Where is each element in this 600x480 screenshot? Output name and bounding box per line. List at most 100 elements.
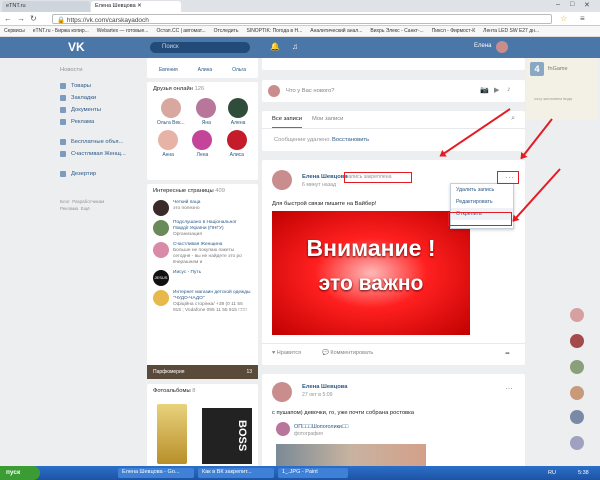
friend-name[interactable]: Евгения xyxy=(159,67,178,73)
footer-link[interactable]: Разработчикам xyxy=(72,199,104,204)
star-icon[interactable]: ☆ xyxy=(560,14,567,23)
perfume-bottle-image[interactable] xyxy=(157,404,187,464)
composer-input[interactable]: Что у Вас нового? xyxy=(286,88,335,94)
footer-link[interactable]: Блог xyxy=(60,199,70,204)
sidebar-item-game[interactable]: Дезертир xyxy=(60,168,138,180)
pages-title[interactable]: Интересные страницы 409 xyxy=(147,184,258,198)
page-item[interactable]: Подслушано в Національної Гвардії Україн… xyxy=(147,218,258,240)
repost-source[interactable]: ОП□□□Шопоголики□□ xyxy=(294,424,348,430)
more-actions-icon[interactable]: … xyxy=(505,382,513,391)
tab-all-posts[interactable]: Все записи xyxy=(272,116,302,128)
sidebar-item-group2[interactable]: Счастливая Женщ... xyxy=(60,148,138,160)
bookmark-item[interactable]: eTNT.ru - Биржа копир... xyxy=(33,28,89,34)
reload-icon[interactable]: ↻ xyxy=(30,14,37,23)
delete-post-item[interactable]: Удалить запись xyxy=(451,184,513,196)
forward-icon[interactable]: → xyxy=(17,14,25,23)
post-image-banner[interactable]: Внимание ! это важно xyxy=(272,211,470,335)
tab-my-posts[interactable]: Мои записи xyxy=(312,116,343,122)
user-menu-name[interactable]: Елена xyxy=(474,43,492,49)
avatar: JESUS xyxy=(153,270,169,286)
share-icon[interactable]: ➦ xyxy=(505,350,510,357)
bookmark-item[interactable]: SINOPTIK: Погода в Н... xyxy=(246,28,302,34)
friend-online[interactable]: Лена xyxy=(192,130,213,158)
friend-online[interactable]: Яна xyxy=(196,98,217,126)
menu-icon[interactable]: ≡ xyxy=(580,14,585,23)
bookmark-item[interactable]: Вихрь Элекс - Санкт-... xyxy=(370,28,423,34)
footer-link[interactable]: Реклама xyxy=(60,206,78,211)
maximize-icon[interactable]: □ xyxy=(570,1,574,8)
avatar[interactable] xyxy=(570,410,584,424)
bookmark-item[interactable]: Остап.CC | автомат... xyxy=(156,28,205,34)
sidebar-item-goods[interactable]: Товары xyxy=(60,80,138,92)
tab-etnt[interactable]: eTNT.ru xyxy=(2,1,90,12)
sidebar-item-docs[interactable]: Документы xyxy=(60,104,138,116)
bookmark-item[interactable]: Сервисы xyxy=(4,28,25,34)
vk-logo[interactable]: VK xyxy=(68,40,85,54)
sidebar-item-news[interactable]: Новости xyxy=(60,64,138,76)
bookmark-item[interactable]: Webartex — готовые... xyxy=(97,28,149,34)
interesting-pages-card: Интересные страницы 409 Четкий паца это п… xyxy=(147,184,258,379)
avatar[interactable] xyxy=(272,382,292,402)
avatar[interactable] xyxy=(570,386,584,400)
albums-title[interactable]: Фотоальбомы 8 xyxy=(147,384,258,398)
sidebar-item-group1[interactable]: Бесплатные объя... xyxy=(60,136,138,148)
close-window-icon[interactable]: ✕ xyxy=(584,1,590,9)
page-item[interactable]: Счастливая Женщина Больше не покупаю паке… xyxy=(147,240,258,268)
camera-icon[interactable]: 📷 xyxy=(480,86,489,94)
restore-link[interactable]: Восстановить xyxy=(332,137,369,143)
ad-widget[interactable]: 4 fnGame сочу желанием вида xyxy=(526,58,598,120)
bookmark-item[interactable]: Отследить xyxy=(214,28,239,34)
footer-link[interactable]: Ещё xyxy=(81,206,90,211)
friends-online-title[interactable]: Друзья онлайн 126 xyxy=(147,82,258,96)
post-author[interactable]: Елена Шевцова xyxy=(302,174,347,180)
friend-online[interactable]: Анна xyxy=(158,130,179,158)
more-icon-highlight xyxy=(497,171,519,184)
right-rail: 4 fnGame сочу желанием вида xyxy=(526,58,600,468)
bookmark-item[interactable]: Пиксл - Фирмост-К xyxy=(432,28,475,34)
start-button[interactable]: пуск xyxy=(0,466,40,480)
avatar[interactable] xyxy=(570,334,584,348)
boss-album-image[interactable]: BOSS xyxy=(202,408,252,464)
friend-online[interactable]: Ольга Век... xyxy=(157,98,185,126)
game-logo-icon: 4 xyxy=(530,62,544,76)
search-input[interactable]: Поиск xyxy=(150,42,250,53)
post-time[interactable]: 27 окт в 5:09 xyxy=(302,392,333,398)
search-icon[interactable]: ⌕ xyxy=(511,115,515,123)
clock[interactable]: 5:38 xyxy=(578,470,589,476)
music-icon[interactable]: ♫ xyxy=(292,42,298,51)
back-icon[interactable]: ← xyxy=(4,14,12,23)
page-item[interactable]: JESUS Иисус - Путь xyxy=(147,268,258,288)
sidebar-item-bookmarks[interactable]: Закладки xyxy=(60,92,138,104)
video-icon[interactable]: ▶ xyxy=(494,86,499,94)
page-item[interactable]: Интернет магазин детской одежды "ЧУДО-ЧА… xyxy=(147,288,258,316)
avatar[interactable] xyxy=(496,41,508,53)
avatar[interactable] xyxy=(570,360,584,374)
post-text: Для быстрой связи пишите на Вайбер! xyxy=(272,201,377,207)
edit-post-item[interactable]: Редактировать xyxy=(451,196,513,208)
avatar[interactable] xyxy=(570,308,584,322)
friend-name[interactable]: Алина xyxy=(198,67,213,73)
music-icon[interactable]: ♪ xyxy=(507,86,511,93)
bookmark-item[interactable]: Лента LED SW E27 дн... xyxy=(483,28,539,34)
taskbar-item-paint[interactable]: 1_.JPG - Paint xyxy=(278,468,348,478)
tab-vk-profile[interactable]: Елена Шевцова ✕ xyxy=(91,1,181,12)
taskbar-item-article[interactable]: Как в ВК закрепит... xyxy=(198,468,274,478)
friend-online[interactable]: Алиса xyxy=(226,130,247,158)
language-indicator[interactable]: RU xyxy=(548,470,556,476)
bell-icon[interactable]: 🔔 xyxy=(270,42,280,51)
page-item[interactable]: Четкий паца это полезно xyxy=(147,198,258,218)
post-author[interactable]: Елена Шевцова xyxy=(302,384,347,390)
comment-button[interactable]: 💬 Комментировать xyxy=(322,350,373,356)
sidebar-item-ads[interactable]: Реклама xyxy=(60,116,138,128)
page-photo-strip[interactable]: Парфюмерия 13 xyxy=(147,365,258,379)
avatar[interactable] xyxy=(272,170,292,190)
post-time[interactable]: 6 минут назад xyxy=(302,182,336,188)
bookmark-item[interactable]: Аналитический анал... xyxy=(310,28,362,34)
url-input[interactable]: 🔒 https://vk.com/carskayadoch xyxy=(52,14,552,24)
taskbar-item-chrome[interactable]: Елена Шевцова - Go... xyxy=(118,468,194,478)
avatar[interactable] xyxy=(570,436,584,450)
minimize-icon[interactable]: – xyxy=(556,1,560,8)
like-button[interactable]: ♥ Нравится xyxy=(272,350,301,356)
friend-name[interactable]: Ольга xyxy=(232,67,246,73)
friend-online[interactable]: Алена xyxy=(228,98,249,126)
